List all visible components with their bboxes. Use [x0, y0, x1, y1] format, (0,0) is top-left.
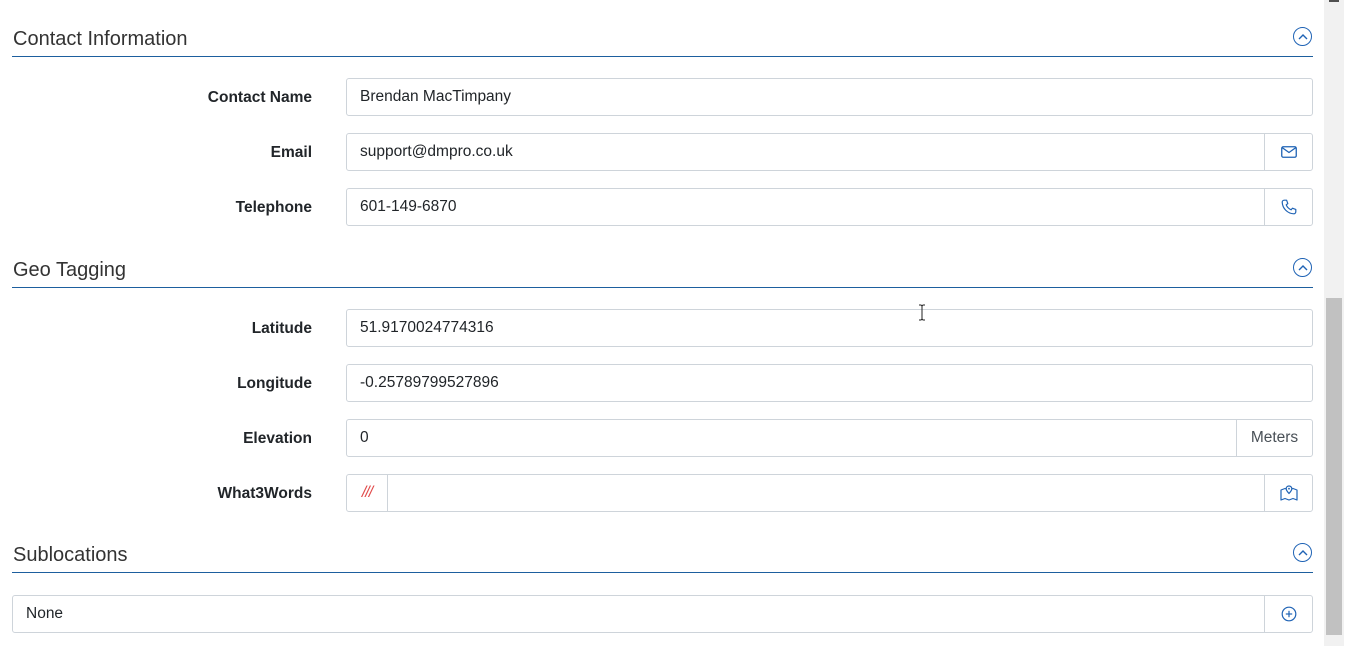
collapse-contact-button[interactable] [1293, 27, 1312, 46]
telephone-row: Telephone [12, 188, 1313, 227]
sublocations-row [12, 595, 1313, 634]
latitude-label: Latitude [251, 320, 312, 337]
elevation-row: Elevation Meters [12, 419, 1313, 458]
contact-name-row: Contact Name [12, 78, 1313, 117]
phone-icon [1281, 199, 1296, 215]
chevron-up-icon [1298, 265, 1307, 271]
chevron-up-icon [1298, 34, 1307, 40]
contact-name-input[interactable] [347, 79, 1312, 115]
email-row: Email [12, 133, 1313, 172]
collapse-geo-button[interactable] [1293, 258, 1312, 277]
longitude-row: Longitude [12, 364, 1313, 403]
email-label: Email [270, 144, 312, 161]
send-email-button[interactable] [1264, 134, 1312, 170]
vertical-scrollbar[interactable] [1324, 0, 1344, 646]
latitude-row: Latitude [12, 309, 1313, 348]
what3words-row: What3Words /// [12, 474, 1313, 513]
contact-name-field-wrap [346, 78, 1313, 116]
elevation-label: Elevation [243, 430, 312, 447]
what3words-label: What3Words [217, 485, 312, 502]
location-form: Contact Information Contact Name Email T… [12, 0, 1313, 646]
what3words-field-wrap: /// [346, 474, 1313, 512]
chevron-up-icon [1298, 550, 1307, 556]
email-field-wrap [346, 133, 1313, 171]
scroll-up-arrow-icon[interactable] [1329, 0, 1339, 2]
latitude-field-wrap [346, 309, 1313, 347]
what3words-prefix: /// [347, 475, 388, 511]
sublocations-field-wrap [12, 595, 1313, 633]
elevation-input[interactable] [347, 420, 1236, 456]
plus-circle-icon [1281, 606, 1296, 622]
text-cursor-icon [919, 304, 925, 321]
open-map-button[interactable] [1264, 475, 1312, 511]
longitude-input[interactable] [347, 365, 1312, 401]
what3words-input[interactable] [388, 475, 1264, 511]
contact-name-label: Contact Name [207, 89, 312, 106]
map-icon [1279, 485, 1298, 501]
call-button[interactable] [1264, 189, 1312, 225]
sublocations-section-title: Sublocations [13, 544, 128, 566]
telephone-field-wrap [346, 188, 1313, 226]
collapse-sublocations-button[interactable] [1293, 543, 1312, 562]
longitude-label: Longitude [237, 375, 312, 392]
scrollbar-thumb[interactable] [1326, 298, 1342, 635]
elevation-field-wrap: Meters [346, 419, 1313, 457]
telephone-input[interactable] [347, 189, 1264, 225]
sublocations-input[interactable] [13, 596, 1264, 632]
email-input[interactable] [347, 134, 1264, 170]
contact-section-title: Contact Information [13, 28, 188, 50]
longitude-field-wrap [346, 364, 1313, 402]
add-sublocation-button[interactable] [1264, 596, 1312, 632]
geo-section-header: Geo Tagging [12, 253, 1313, 288]
contact-section-header: Contact Information [12, 22, 1313, 57]
elevation-unit: Meters [1236, 420, 1312, 456]
geo-section-title: Geo Tagging [13, 259, 127, 281]
sublocations-section-header: Sublocations [12, 538, 1313, 573]
telephone-label: Telephone [235, 199, 312, 216]
latitude-input[interactable] [347, 310, 1312, 346]
envelope-icon [1280, 146, 1297, 158]
